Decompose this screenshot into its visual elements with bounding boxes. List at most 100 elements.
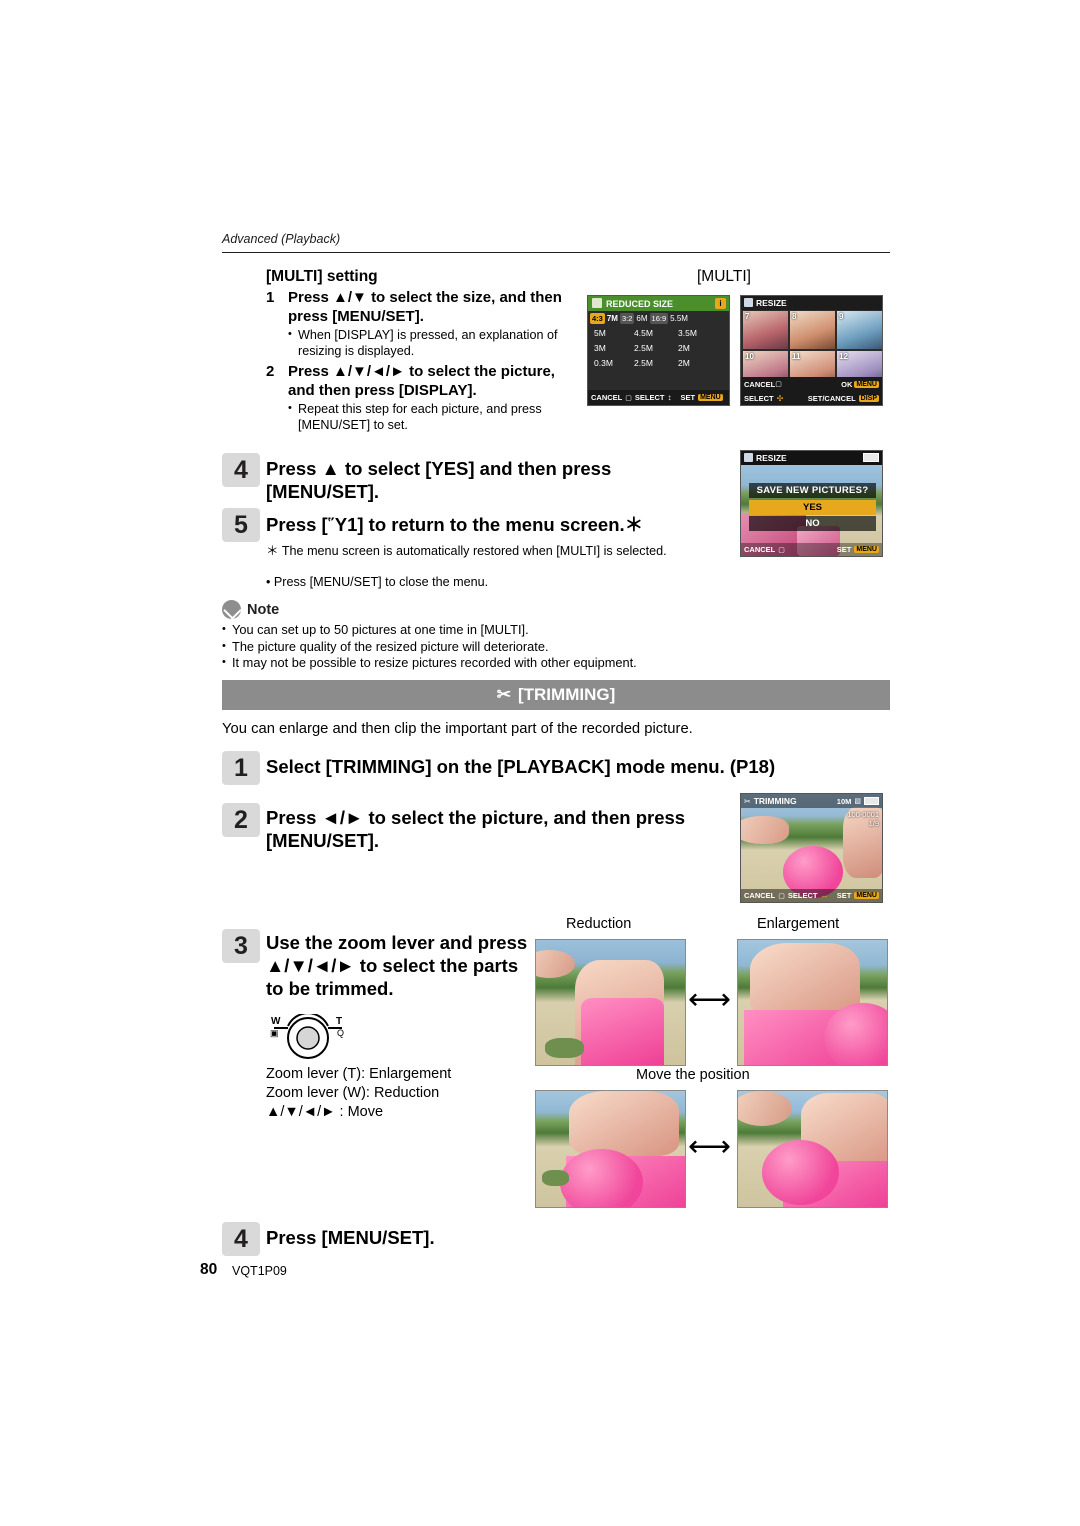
aspect-4-3: 4:3 <box>590 313 605 324</box>
photo-enlargement <box>737 939 888 1066</box>
photo-ball <box>559 1149 644 1207</box>
page-number: 80 <box>200 1261 218 1278</box>
multi-setting-title: [MULTI] setting <box>266 268 378 285</box>
set-label: SET <box>680 393 696 402</box>
multi-label: [MULTI] <box>697 268 751 285</box>
resize-icon <box>744 297 753 307</box>
select-label: SELECT <box>787 891 818 900</box>
cancel-label: CANCEL <box>744 545 776 554</box>
trash-icon: ▢ <box>778 892 785 900</box>
step-bullets: When [DISPLAY] is pressed, an explanatio… <box>288 327 576 359</box>
note-line: It may not be possible to resize picture… <box>222 654 890 672</box>
trimming-section-band: ✂ [TRIMMING] <box>222 680 890 710</box>
step-5-text: Press [Ὕ1] to return to the menu screen.… <box>266 514 644 535</box>
step-number: 1 <box>266 289 275 306</box>
lcd-title-bar: ✂ TRIMMING 10M ▧ <box>741 794 882 808</box>
menu-set-icon: MENU <box>854 546 879 553</box>
lcd-footer: CANCEL ▢ SET MENU <box>741 543 882 556</box>
thumb-number: 9 <box>839 312 844 321</box>
set-cancel-label: SET/CANCEL <box>807 393 856 403</box>
list-item: 1 Press ▲/▼ to select the size, and then… <box>266 289 576 359</box>
photo-face <box>568 1091 680 1156</box>
trimming-step-1-box: 1 <box>222 751 260 785</box>
list-item[interactable]: 9 <box>837 311 882 349</box>
photo-reduction <box>535 939 686 1066</box>
trash-icon: ▢ <box>778 546 785 554</box>
list-item: 2 Press ▲/▼/◄/► to select the picture, a… <box>266 363 576 433</box>
cell: 2M <box>678 343 690 353</box>
note-heading: Note <box>222 600 890 619</box>
trimming-step-2-text: Press ◄/► to select the picture, and the… <box>266 807 686 851</box>
trash-icon: ▢ <box>625 394 632 402</box>
thumb-number: 11 <box>792 352 801 361</box>
step-number: 4 <box>234 1225 248 1253</box>
step-text: Press ▲/▼ to select the size, and then p… <box>288 289 562 325</box>
trimming-band-label: [TRIMMING] <box>517 685 616 704</box>
photo-move-before <box>535 1090 686 1208</box>
step-number: 2 <box>266 363 275 380</box>
list-item[interactable]: 8 <box>790 311 835 349</box>
size-7m: 7M <box>606 314 618 323</box>
photo-rock <box>541 1169 569 1187</box>
lcd-save-screen: RESIZE SAVE NEW PICTURES? YES NO CANCEL … <box>740 450 883 557</box>
step-number: 3 <box>234 932 248 960</box>
table-row: 3M 2.5M 2M <box>594 343 726 353</box>
step-number: 2 <box>234 806 248 834</box>
note-line: The picture quality of the resized pictu… <box>222 638 890 656</box>
battery-icon <box>863 453 879 462</box>
step-5-note-1: ＊ The menu screen is automatically resto… <box>266 544 667 558</box>
lever-caption-w: Zoom lever (W): Reduction <box>266 1085 440 1101</box>
photo-dress <box>580 997 665 1065</box>
photo-hand <box>741 815 789 844</box>
bullet: When [DISPLAY] is pressed, an explanatio… <box>288 327 576 359</box>
caption-reduction: Reduction <box>566 916 632 932</box>
aspect-3-2: 3:2 <box>619 313 635 324</box>
zoom-lever-dial[interactable]: W T ▣ Q <box>258 1014 344 1060</box>
resize-icon <box>592 298 602 308</box>
menu-set-icon: MENU <box>698 394 723 401</box>
table-row: 0.3M 2.5M 2M <box>594 358 726 368</box>
cell: 2M <box>678 358 690 368</box>
svg-text:W: W <box>271 1016 281 1027</box>
lcd-reduced-size-screen: REDUCED SIZE i 4:3 7M 3:2 6M 16:9 5.5M 5… <box>587 295 730 406</box>
table-row: 5M 4.5M 3.5M <box>594 328 726 338</box>
cell: 4.5M <box>634 328 653 338</box>
no-option[interactable]: NO <box>749 516 876 531</box>
set-label: SET <box>836 545 852 554</box>
cell: 2.5M <box>634 343 653 353</box>
save-question: SAVE NEW PICTURES? <box>749 483 876 498</box>
scissors-icon: ✂ <box>496 685 511 704</box>
display-icon: DISP <box>858 394 879 402</box>
svg-text:T: T <box>336 1016 342 1027</box>
lever-caption-t: Zoom lever (T): Enlargement <box>266 1066 452 1082</box>
svg-text:▣: ▣ <box>270 1028 279 1038</box>
size-5-5m: 5.5M <box>670 314 688 323</box>
trimming-intro: You can enlarge and then clip the import… <box>222 721 693 737</box>
lcd-resize-select-screen: RESIZE 7 8 9 10 11 12 CANCEL ▢ OK MENU S… <box>740 295 883 406</box>
step-number: 4 <box>234 456 248 484</box>
page-section-header: Advanced (Playback) <box>222 232 341 246</box>
multi-steps: 1 Press ▲/▼ to select the size, and then… <box>266 289 576 435</box>
save-dialog: SAVE NEW PICTURES? YES NO <box>749 483 876 531</box>
trimming-step-3-text: Use the zoom lever and press ▲/▼/◄/► to … <box>266 932 528 999</box>
caption-enlargement: Enlargement <box>757 916 840 932</box>
list-item[interactable]: 7 <box>743 311 788 349</box>
select-label: SELECT <box>634 393 665 402</box>
photo-ball <box>761 1139 840 1205</box>
lcd-aspect-header: 4:3 7M 3:2 6M 16:9 5.5M <box>590 313 688 324</box>
trash-icon: ▢ <box>775 381 782 388</box>
note-pencil-icon <box>222 600 241 619</box>
trimming-step-3-box: 3 <box>222 929 260 963</box>
picture-size: 10M <box>836 796 852 806</box>
caption-move-position: Move the position <box>636 1067 750 1083</box>
ok-label: OK <box>841 379 853 389</box>
lcd-title: RESIZE <box>756 298 787 308</box>
step-5-number-box: 5 <box>222 508 260 542</box>
resize-icon <box>744 452 753 462</box>
updown-icon: ↕ <box>667 393 672 402</box>
yes-option[interactable]: YES <box>749 500 876 515</box>
step-4-number-box: 4 <box>222 453 260 487</box>
document-code: VQT1P09 <box>232 1264 287 1278</box>
svg-text:Q: Q <box>337 1028 344 1038</box>
set-label: SET <box>836 891 852 900</box>
